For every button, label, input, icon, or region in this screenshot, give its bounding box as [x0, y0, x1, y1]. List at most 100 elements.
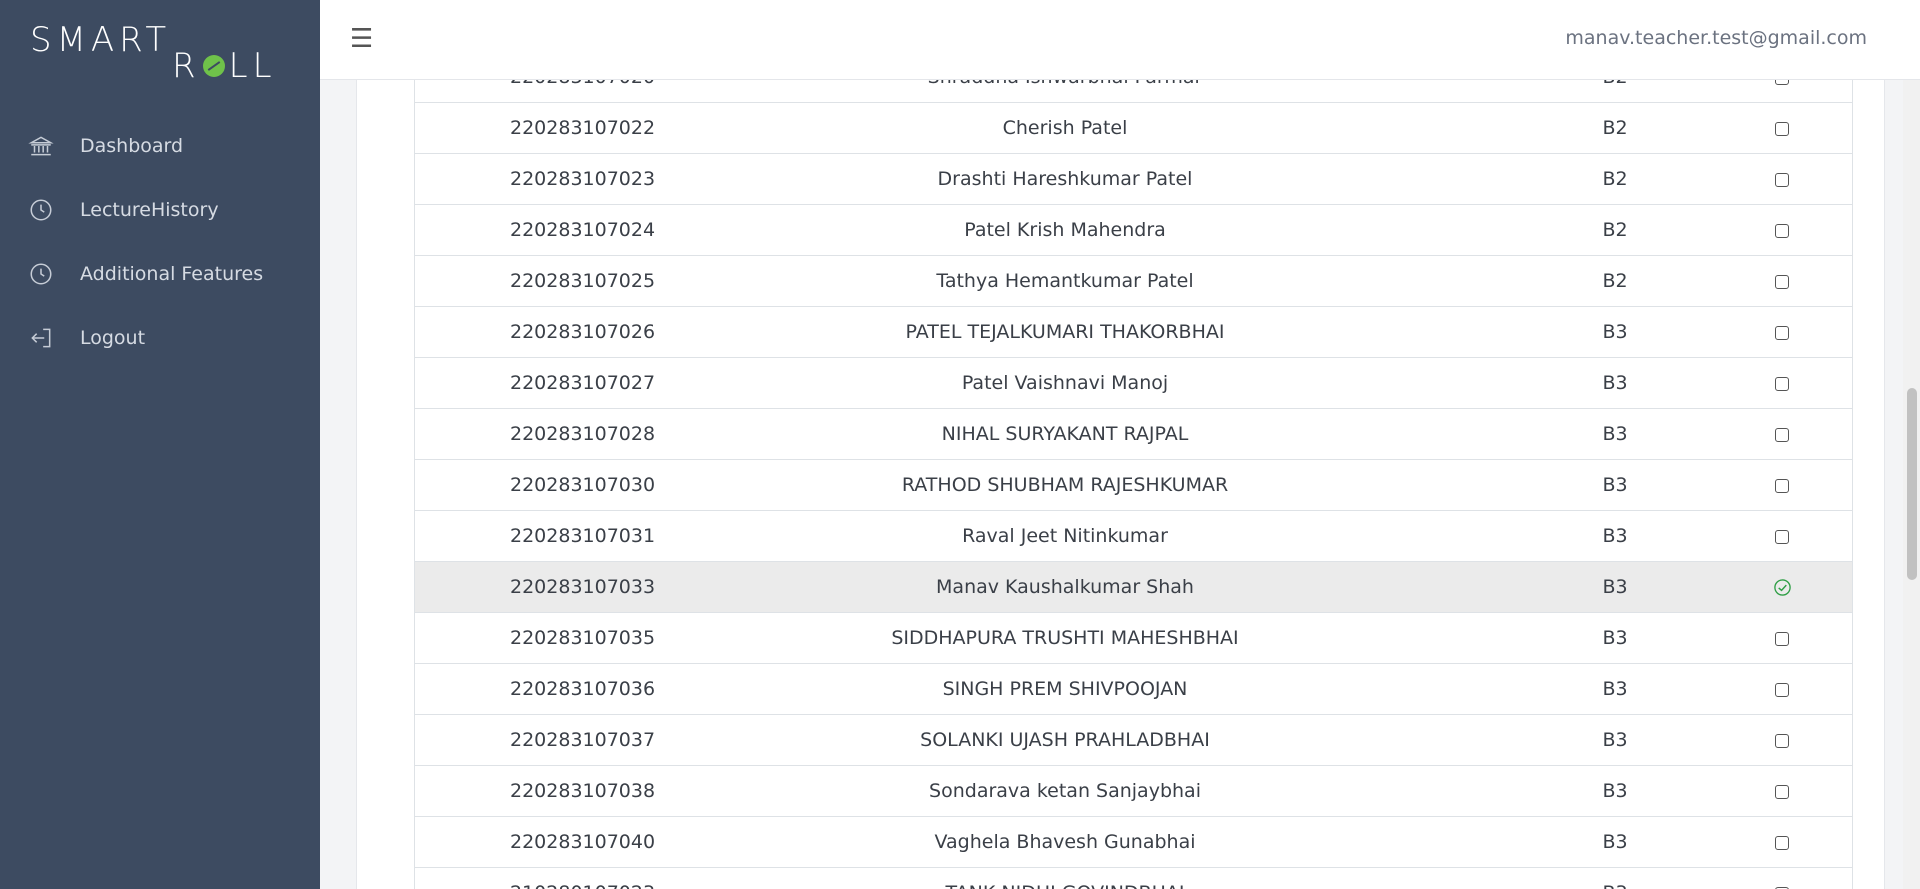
table-row: 220283107036 SINGH PREM SHIVPOOJAN B3 — [415, 664, 1852, 715]
table-row: 220283107027 Patel Vaishnavi Manoj B3 — [415, 358, 1852, 409]
attendance-checkbox[interactable] — [1775, 122, 1789, 136]
enrollment-number: 220283107028 — [510, 423, 656, 445]
batch-label: B3 — [1602, 525, 1628, 547]
table-row: 220283107022 Cherish Patel B2 — [415, 103, 1852, 154]
table-row: 220283107030 RATHOD SHUBHAM RAJESHKUMAR B3 — [415, 460, 1852, 511]
student-attendance-table: 220283107020Shraddha Ishwarbhai ParmarB2… — [414, 52, 1853, 889]
main-content: 220283107020Shraddha Ishwarbhai ParmarB2… — [320, 0, 1903, 889]
batch-label: B3 — [1602, 729, 1628, 751]
student-name: Cherish Patel — [1002, 117, 1128, 139]
student-name: Raval Jeet Nitinkumar — [962, 525, 1168, 547]
logo-letter-r: R — [172, 46, 201, 86]
student-name: Patel Krish Mahendra — [964, 219, 1166, 241]
attendance-checkbox[interactable] — [1775, 479, 1789, 493]
student-name: SOLANKI UJASH PRAHLADBHAI — [920, 729, 1210, 751]
clock-icon — [30, 263, 52, 285]
attendance-checkbox[interactable] — [1775, 326, 1789, 340]
student-name: SINGH PREM SHIVPOOJAN — [942, 678, 1188, 700]
enrollment-number: 210280107023 — [510, 868, 655, 889]
enrollment-number: 220283107024 — [510, 219, 656, 241]
student-name: Tathya Hemantkumar Patel — [936, 270, 1194, 292]
student-name: NIHAL SURYAKANT RAJPAL — [941, 423, 1189, 445]
enrollment-number: 220283107033 — [510, 576, 656, 598]
sidebar: SMART R LL Dashboard LectureHistory Addit… — [0, 0, 320, 889]
logo-letters-ll: LL — [228, 46, 277, 86]
sidebar-item-additional-features[interactable]: Additional Features — [0, 242, 320, 306]
present-check-icon[interactable] — [1773, 578, 1792, 597]
attendance-checkbox[interactable] — [1775, 632, 1789, 646]
table-row: 220283107035 SIDDHAPURA TRUSHTI MAHESHBHA… — [415, 613, 1852, 664]
student-name: Drashti Hareshkumar Patel — [937, 168, 1193, 190]
student-name: Patel Vaishnavi Manoj — [961, 372, 1169, 394]
table-row: 220283107028 NIHAL SURYAKANT RAJPAL B3 — [415, 409, 1852, 460]
page-scrollbar[interactable] — [1903, 0, 1920, 889]
batch-label: B3 — [1602, 780, 1628, 802]
batch-label: B3 — [1595, 868, 1635, 889]
attendance-checkbox[interactable] — [1775, 734, 1789, 748]
batch-label: B2 — [1602, 270, 1628, 292]
enrollment-number: 220283107036 — [510, 678, 656, 700]
logo-line-1: SMART — [30, 20, 172, 60]
table-row: 220283107025 Tathya Hemantkumar Patel B2 — [415, 256, 1852, 307]
user-email[interactable]: manav.teacher.test@gmail.com — [1565, 27, 1867, 49]
enrollment-number: 220283107027 — [510, 372, 656, 394]
table-row: 220283107040 Vaghela Bhavesh Gunabhai B3 — [415, 817, 1852, 868]
bank-icon — [28, 136, 54, 156]
batch-label: B3 — [1602, 423, 1628, 445]
table-row: 210280107023 TANK NIDHI GOVINDBHAI B3 — [415, 868, 1852, 889]
student-name: PATEL TEJALKUMARI THAKORBHAI — [905, 321, 1225, 343]
batch-label: B3 — [1602, 372, 1628, 394]
table-row: 220283107026 PATEL TEJALKUMARI THAKORBHAI… — [415, 307, 1852, 358]
logo-line-2: R LL — [172, 48, 277, 84]
enrollment-number: 220283107023 — [510, 168, 656, 190]
attendance-checkbox[interactable] — [1775, 836, 1789, 850]
top-header: ☰ manav.teacher.test@gmail.com — [320, 0, 1920, 80]
table-row: 220283107038 Sondarava ketan Sanjaybhai B3 — [415, 766, 1852, 817]
student-name: Vaghela Bhavesh Gunabhai — [934, 831, 1196, 853]
enrollment-number: 220283107037 — [510, 729, 656, 751]
batch-label: B3 — [1602, 678, 1628, 700]
enrollment-number: 220283107022 — [510, 117, 656, 139]
attendance-checkbox[interactable] — [1775, 683, 1789, 697]
batch-label: B3 — [1602, 321, 1628, 343]
sidebar-item-logout[interactable]: Logout — [0, 306, 320, 370]
sidebar-item-lecture-history[interactable]: LectureHistory — [0, 178, 320, 242]
scrollbar-thumb[interactable] — [1907, 388, 1917, 580]
attendance-checkbox[interactable] — [1775, 428, 1789, 442]
batch-label: B3 — [1602, 474, 1628, 496]
batch-label: B2 — [1602, 117, 1628, 139]
sidebar-item-label: LectureHistory — [80, 199, 219, 221]
attendance-checkbox[interactable] — [1775, 224, 1789, 238]
enrollment-number: 220283107038 — [510, 780, 656, 802]
sidebar-nav: Dashboard LectureHistory Additional Feat… — [0, 114, 320, 370]
enrollment-number: 220283107025 — [510, 270, 656, 292]
sidebar-item-label: Additional Features — [80, 263, 264, 285]
attendance-checkbox[interactable] — [1775, 275, 1789, 289]
enrollment-number: 220283107040 — [510, 831, 656, 853]
student-name: RATHOD SHUBHAM RAJESHKUMAR — [901, 474, 1229, 496]
batch-label: B3 — [1602, 627, 1628, 649]
logout-icon — [31, 328, 51, 348]
attendance-card: 220283107020Shraddha Ishwarbhai ParmarB2… — [356, 0, 1885, 889]
student-name: Sondarava ketan Sanjaybhai — [929, 780, 1201, 802]
table-row: 220283107033 Manav Kaushalkumar Shah B3 — [415, 562, 1852, 613]
sidebar-item-label: Dashboard — [80, 135, 184, 157]
attendance-checkbox[interactable] — [1775, 530, 1789, 544]
attendance-checkbox[interactable] — [1775, 785, 1789, 799]
sidebar-item-dashboard[interactable]: Dashboard — [0, 114, 320, 178]
table-row: 220283107024 Patel Krish Mahendra B2 — [415, 205, 1852, 256]
student-name: Manav Kaushalkumar Shah — [936, 576, 1194, 598]
clock-icon — [30, 199, 52, 221]
menu-toggle-icon[interactable]: ☰ — [350, 24, 373, 54]
table-row: 220283107031 Raval Jeet Nitinkumar B3 — [415, 511, 1852, 562]
enrollment-number: 220283107030 — [510, 474, 656, 496]
smartroll-logo[interactable]: SMART R LL — [30, 22, 292, 84]
batch-label: B3 — [1602, 831, 1628, 853]
enrollment-number: 220283107026 — [510, 321, 656, 343]
student-name: TANK NIDHI GOVINDBHAI — [865, 868, 1265, 889]
attendance-checkbox[interactable] — [1775, 377, 1789, 391]
enrollment-number: 220283107031 — [510, 525, 656, 547]
student-name: SIDDHAPURA TRUSHTI MAHESHBHAI — [891, 627, 1239, 649]
attendance-checkbox[interactable] — [1775, 173, 1789, 187]
table-row: 220283107023 Drashti Hareshkumar Patel B2 — [415, 154, 1852, 205]
